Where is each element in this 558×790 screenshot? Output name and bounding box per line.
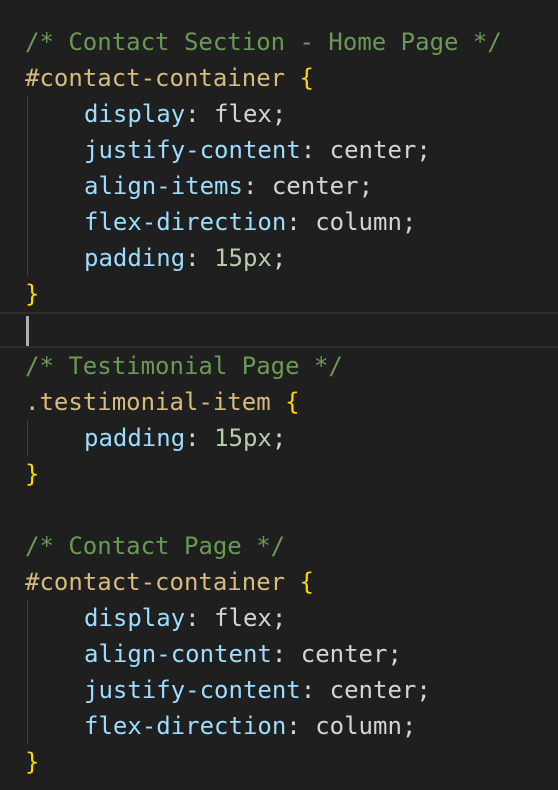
code-line[interactable]: } <box>0 276 558 312</box>
code-line[interactable]: padding: 15px; <box>0 420 558 456</box>
css-property: align-content <box>84 640 272 668</box>
open-brace: { <box>299 64 314 92</box>
css-property: display <box>84 604 186 632</box>
open-brace: { <box>285 388 300 416</box>
indent-guide <box>27 204 28 240</box>
code-line[interactable]: flex-direction: column; <box>0 204 558 240</box>
semicolon: ; <box>401 712 417 740</box>
indent-guide <box>27 132 28 168</box>
semicolon: ; <box>271 604 287 632</box>
css-value: flex <box>214 604 272 632</box>
semicolon: ; <box>271 100 287 128</box>
colon: : <box>185 100 215 128</box>
current-line[interactable] <box>0 312 558 348</box>
colon: : <box>185 424 215 452</box>
css-value: 15px <box>214 244 272 272</box>
css-property: display <box>84 100 186 128</box>
css-value: 15px <box>214 424 272 452</box>
indent-guide <box>27 96 28 132</box>
css-property: flex-direction <box>84 208 287 236</box>
code-line[interactable]: display: flex; <box>0 600 558 636</box>
semicolon: ; <box>271 244 287 272</box>
code-line[interactable]: display: flex; <box>0 96 558 132</box>
css-property: justify-content <box>84 136 301 164</box>
text-cursor <box>26 316 29 346</box>
code-comment: /* Contact Section - Home Page */ <box>25 28 502 56</box>
css-value: column <box>315 208 402 236</box>
css-property: align-items <box>84 172 243 200</box>
colon: : <box>286 712 316 740</box>
css-value: center <box>300 640 388 668</box>
colon: : <box>300 676 330 704</box>
colon: : <box>242 172 272 200</box>
code-line[interactable]: #contact-container { <box>0 60 558 96</box>
semicolon: ; <box>387 640 402 668</box>
css-value: center <box>329 676 417 704</box>
css-value: column <box>315 712 402 740</box>
close-brace: } <box>25 460 40 488</box>
indent-guide <box>27 420 28 456</box>
indent-guide <box>27 708 28 744</box>
colon: : <box>271 640 301 668</box>
code-line[interactable]: .testimonial-item { <box>0 384 558 420</box>
indent-guide <box>27 672 28 708</box>
code-line[interactable]: #contact-container { <box>0 564 558 600</box>
semicolon: ; <box>416 676 431 704</box>
code-comment: /* Contact Page */ <box>25 532 286 560</box>
colon: : <box>300 136 330 164</box>
close-brace: } <box>25 280 40 308</box>
css-property: justify-content <box>84 676 301 704</box>
semicolon: ; <box>358 172 374 200</box>
code-comment: /* Testimonial Page */ <box>25 352 343 380</box>
indent-guide <box>27 600 28 636</box>
css-property: padding <box>84 424 186 452</box>
semicolon: ; <box>401 208 417 236</box>
close-brace: } <box>25 748 40 776</box>
colon: : <box>185 604 215 632</box>
code-line[interactable]: /* Contact Section - Home Page */ <box>0 24 558 60</box>
css-selector: #contact-container <box>25 64 286 92</box>
colon: : <box>185 244 215 272</box>
code-editor[interactable]: /* Contact Section - Home Page */ #contac… <box>0 24 558 780</box>
css-selector: #contact-container <box>25 568 286 596</box>
indent-guide <box>27 240 28 276</box>
css-property: padding <box>84 244 186 272</box>
code-line[interactable]: /* Contact Page */ <box>0 528 558 564</box>
semicolon: ; <box>271 424 287 452</box>
code-line[interactable]: align-items: center; <box>0 168 558 204</box>
code-line[interactable]: padding: 15px; <box>0 240 558 276</box>
code-line[interactable]: } <box>0 744 558 780</box>
semicolon: ; <box>416 136 431 164</box>
css-value: center <box>329 136 417 164</box>
code-line[interactable]: justify-content: center; <box>0 672 558 708</box>
indent-guide <box>27 168 28 204</box>
code-line[interactable]: flex-direction: column; <box>0 708 558 744</box>
code-line[interactable] <box>0 492 558 528</box>
css-selector: .testimonial-item <box>25 388 271 416</box>
css-value: flex <box>214 100 272 128</box>
code-line[interactable]: /* Testimonial Page */ <box>0 348 558 384</box>
code-line[interactable]: } <box>0 456 558 492</box>
colon: : <box>286 208 316 236</box>
indent-guide <box>27 636 28 672</box>
code-line[interactable]: justify-content: center; <box>0 132 558 168</box>
css-value: center <box>271 172 359 200</box>
code-line[interactable]: align-content: center; <box>0 636 558 672</box>
css-property: flex-direction <box>84 712 287 740</box>
open-brace: { <box>299 568 314 596</box>
